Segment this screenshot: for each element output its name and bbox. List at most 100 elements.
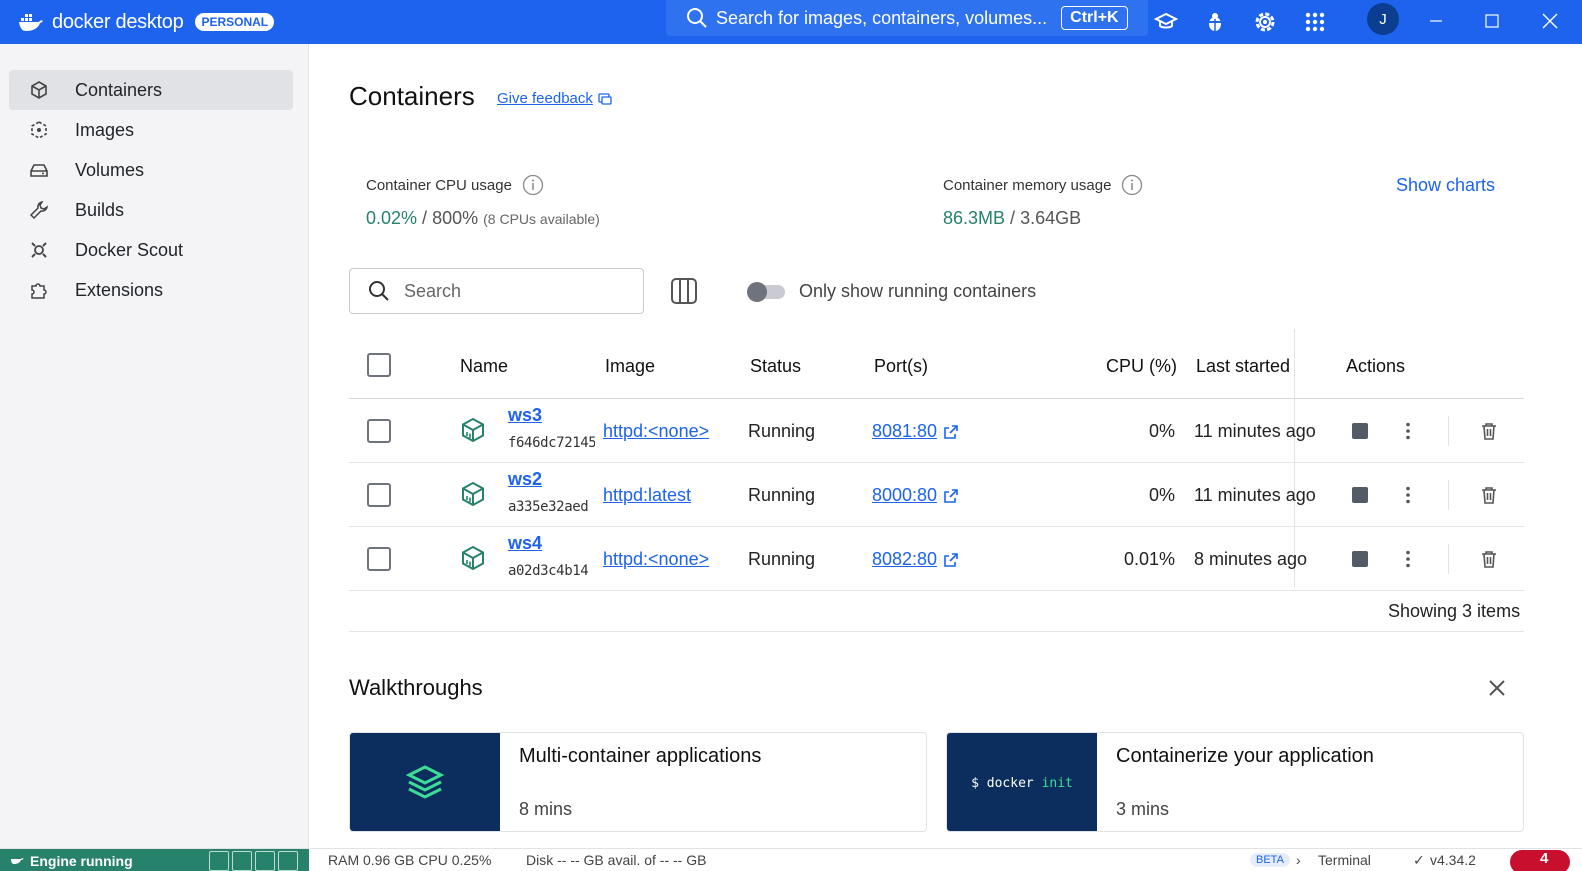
column-header-name[interactable]: Name <box>460 356 508 377</box>
walkthrough-card-multi-container[interactable]: Multi-container applications 8 mins <box>349 732 927 832</box>
image-link[interactable]: httpd:latest <box>603 485 691 506</box>
running-only-toggle[interactable] <box>747 282 785 302</box>
image-link[interactable]: httpd:<none> <box>603 549 709 570</box>
status-text: Running <box>748 485 816 505</box>
show-charts-button[interactable]: Show charts <box>1396 175 1495 196</box>
container-name-link[interactable]: ws4 <box>508 533 542 554</box>
sidebar-item-label: Volumes <box>75 159 145 180</box>
engine-status-text: Engine running <box>30 853 133 869</box>
row-checkbox[interactable] <box>367 547 391 571</box>
brand-suffix: desktop <box>115 10 184 33</box>
troubleshoot-bug-icon[interactable] <box>1200 7 1230 37</box>
memory-usage-value: 86.3MB / 3.64GB <box>943 208 1082 228</box>
action-separator <box>1448 544 1449 574</box>
port-link-label: 8082:80 <box>872 549 938 569</box>
close-icon[interactable] <box>1486 677 1508 699</box>
close-window-button[interactable] <box>1535 6 1565 36</box>
container-name-link[interactable]: ws2 <box>508 469 542 490</box>
column-header-status[interactable]: Status <box>750 356 801 377</box>
port-link[interactable]: 8000:80 <box>872 485 959 506</box>
column-header-cpu[interactable]: CPU (%) <box>1106 356 1177 377</box>
engine-restart-button[interactable] <box>255 851 275 871</box>
column-header-last-started[interactable]: Last started <box>1196 356 1290 377</box>
walkthrough-duration: 8 mins <box>519 799 573 819</box>
info-icon[interactable] <box>1121 174 1143 196</box>
table-row[interactable]: ws3 f646dc72145 httpd:<none> Running 808… <box>349 399 1524 463</box>
minimize-window-button[interactable] <box>1421 6 1451 36</box>
container-cube-icon <box>462 545 484 571</box>
cpu-usage-label-text: Container CPU usage <box>366 176 512 194</box>
maximize-icon <box>1485 14 1499 28</box>
container-cube-icon <box>31 81 47 99</box>
trash-icon[interactable] <box>1479 549 1499 569</box>
scout-icon <box>31 242 47 258</box>
more-options-icon[interactable] <box>1399 485 1417 505</box>
more-options-icon[interactable] <box>1399 421 1417 441</box>
check-icon: ✓ <box>1413 852 1425 868</box>
maximize-window-button[interactable] <box>1477 6 1507 36</box>
port-link-label: 8081:80 <box>872 421 938 441</box>
table-row[interactable]: ws4 a02d3c4b14 httpd:<none> Running 8082… <box>349 527 1524 591</box>
notifications-badge[interactable]: 4 <box>1510 850 1570 871</box>
terminal-button[interactable]: Terminal <box>1318 852 1371 868</box>
external-link-icon <box>944 552 958 567</box>
search-icon <box>369 281 389 301</box>
engine-more-button[interactable] <box>278 851 298 871</box>
give-feedback-link[interactable]: Give feedback <box>497 90 612 107</box>
image-link[interactable]: httpd:<none> <box>603 421 709 442</box>
column-header-actions: Actions <box>1346 356 1406 376</box>
container-id: a335e32aed <box>508 499 589 515</box>
learning-center-icon[interactable] <box>1151 7 1181 37</box>
container-id: f646dc72145 <box>508 435 595 451</box>
container-name-link[interactable]: ws3 <box>508 405 542 426</box>
port-link-label: 8000:80 <box>872 485 938 505</box>
last-started: 8 minutes ago <box>1194 549 1308 569</box>
sidebar-item-volumes[interactable]: Volumes <box>9 150 293 190</box>
layers-icon <box>405 765 445 799</box>
container-search-input[interactable]: Search <box>349 268 644 314</box>
walkthrough-title: Containerize your application <box>1116 745 1374 767</box>
column-header-image[interactable]: Image <box>605 356 655 377</box>
more-options-icon[interactable] <box>1399 549 1417 569</box>
column-header-ports[interactable]: Port(s) <box>874 356 928 377</box>
docker-whale-icon <box>19 14 43 31</box>
memory-used: 86.3MB <box>943 208 1006 228</box>
port-link[interactable]: 8081:80 <box>872 421 959 442</box>
sidebar-item-containers[interactable]: Containers <box>9 70 293 110</box>
sidebar-item-extensions[interactable]: Extensions <box>9 270 293 310</box>
close-icon <box>1542 13 1558 29</box>
row-checkbox[interactable] <box>367 419 391 443</box>
page-title: Containers <box>349 81 475 111</box>
engine-pause-button[interactable] <box>232 851 252 871</box>
table-row[interactable]: ws2 a335e32aed httpd:latest Running 8000… <box>349 463 1524 527</box>
cpu-percent: 0% <box>1148 421 1175 441</box>
sidebar-item-builds[interactable]: Builds <box>9 190 293 230</box>
select-all-checkbox[interactable] <box>367 353 391 377</box>
trash-icon[interactable] <box>1479 421 1499 441</box>
sidebar-item-docker-scout[interactable]: Docker Scout <box>9 230 293 270</box>
title-bar: docker desktop PERSONAL Search for image… <box>0 0 1582 44</box>
version-label[interactable]: v4.34.2 <box>1430 852 1476 868</box>
trash-icon[interactable] <box>1479 485 1499 505</box>
engine-controls <box>209 851 298 871</box>
row-checkbox[interactable] <box>367 483 391 507</box>
info-icon[interactable] <box>522 174 544 196</box>
global-search-bar[interactable]: Search for images, containers, volumes..… <box>666 0 1148 36</box>
engine-play-button[interactable] <box>209 851 229 871</box>
stop-icon[interactable] <box>1352 487 1368 503</box>
settings-gear-icon[interactable] <box>1250 7 1280 37</box>
port-link[interactable]: 8082:80 <box>872 549 959 570</box>
stop-icon[interactable] <box>1352 551 1368 567</box>
apps-grid-icon[interactable] <box>1300 7 1330 37</box>
brand-prefix: docker <box>52 10 111 33</box>
account-avatar[interactable]: J <box>1367 3 1399 35</box>
container-cube-icon <box>462 481 484 507</box>
search-shortcut-badge: Ctrl+K <box>1061 6 1128 30</box>
column-chooser-icon[interactable] <box>670 277 698 305</box>
stop-icon[interactable] <box>1352 423 1368 439</box>
walkthrough-card-containerize[interactable]: $ docker init Containerize your applicat… <box>946 732 1524 832</box>
disk-usage: Disk -- -- GB avail. of -- -- GB <box>526 852 707 868</box>
walkthroughs-title: Walkthroughs <box>349 675 483 700</box>
brand-name: docker desktop <box>52 10 184 34</box>
sidebar-item-images[interactable]: Images <box>9 110 293 150</box>
